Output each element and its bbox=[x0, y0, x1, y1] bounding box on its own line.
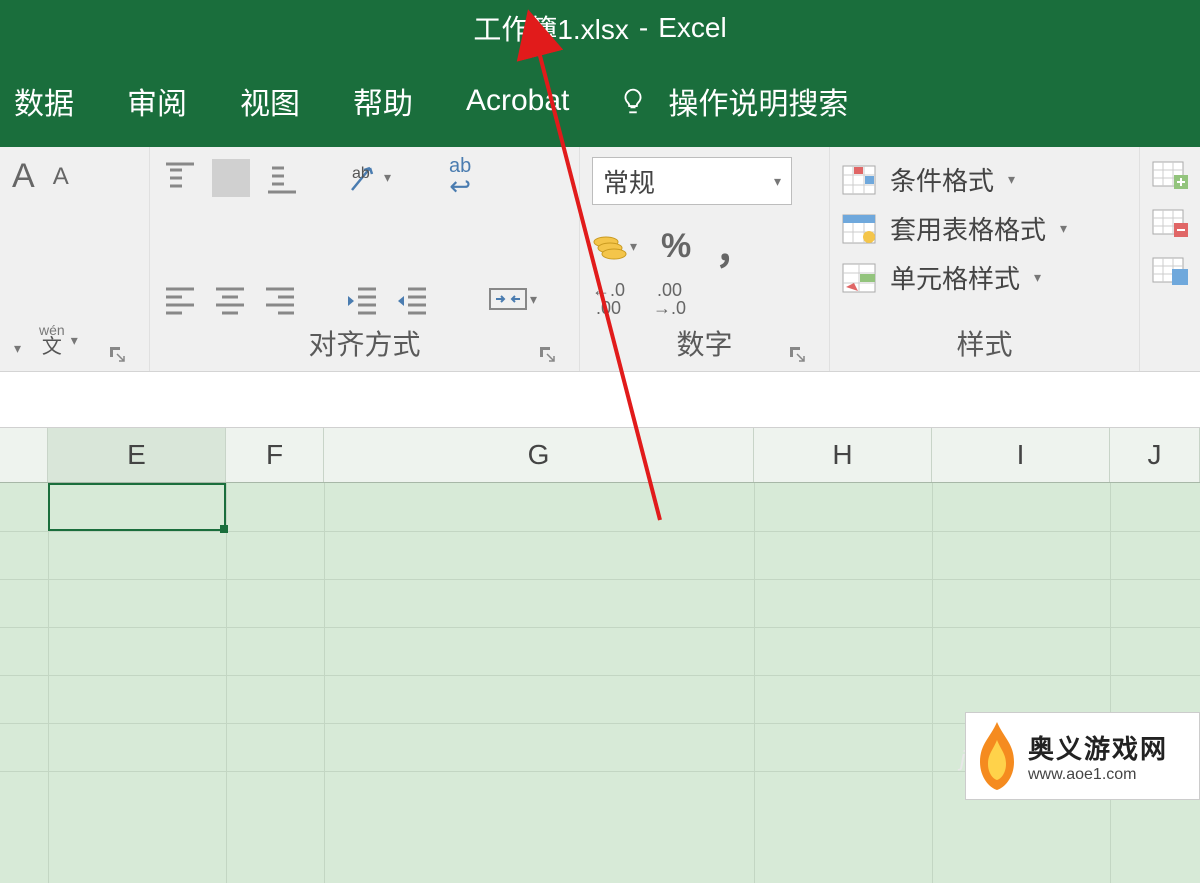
orientation-button[interactable]: ab▾ bbox=[346, 160, 391, 196]
conditional-formatting-button[interactable]: 条件格式▾ bbox=[842, 161, 1127, 198]
align-middle-button[interactable] bbox=[212, 159, 250, 197]
col-header-F[interactable]: F bbox=[226, 428, 324, 482]
group-number: 常规▾ ▾ % ， ←.0.00 .00→.0 数字 bbox=[580, 147, 830, 371]
col-header-blank[interactable] bbox=[0, 428, 48, 482]
decrease-indent-button[interactable] bbox=[344, 281, 380, 317]
col-header-H[interactable]: H bbox=[754, 428, 932, 482]
number-format-dropdown[interactable]: 常规▾ bbox=[592, 157, 792, 205]
wrap-text-button[interactable]: ab ↩ bbox=[449, 157, 471, 198]
increase-decimal-button[interactable]: ←.0.00 bbox=[592, 281, 625, 317]
conditional-format-icon bbox=[842, 165, 876, 195]
align-top-button[interactable] bbox=[162, 160, 198, 196]
align-left-button[interactable] bbox=[162, 281, 198, 317]
flame-icon bbox=[972, 720, 1022, 792]
font-size-dropdown[interactable]: ▾ bbox=[12, 340, 21, 357]
group-cells-partial bbox=[1140, 147, 1200, 371]
tab-view[interactable]: 视图 bbox=[236, 73, 304, 129]
tab-data[interactable]: 数据 bbox=[10, 73, 78, 129]
accounting-format-button[interactable]: ▾ bbox=[592, 232, 637, 260]
ribbon: A A ▾ wén文 ▾ ab▾ bbox=[0, 147, 1200, 372]
ribbon-tab-bar: 数据 审阅 视图 帮助 Acrobat 操作说明搜索 bbox=[0, 55, 1200, 147]
logo-text-url: www.aoe1.com bbox=[1028, 766, 1168, 784]
insert-cells-button[interactable] bbox=[1152, 161, 1188, 191]
group-alignment: ab▾ ab ↩ ▾ 对齐方式 bbox=[150, 147, 580, 371]
alignment-group-label: 对齐方式 bbox=[308, 323, 420, 363]
group-styles: 条件格式▾ 套用表格格式▾ 单元格样式▾ 样式 bbox=[830, 147, 1140, 371]
svg-text:ab: ab bbox=[352, 165, 370, 182]
title-separator: - bbox=[639, 12, 648, 44]
lightbulb-icon bbox=[618, 86, 648, 116]
comma-format-button[interactable]: ， bbox=[715, 217, 755, 275]
phonetic-guide-button[interactable]: wén文 ▾ bbox=[39, 323, 78, 357]
table-format-icon bbox=[842, 214, 876, 244]
alignment-launcher-icon[interactable] bbox=[537, 339, 557, 359]
styles-group-label: 样式 bbox=[956, 323, 1012, 363]
align-bottom-button[interactable] bbox=[264, 160, 300, 196]
col-header-G[interactable]: G bbox=[324, 428, 754, 482]
group-font: A A ▾ wén文 ▾ bbox=[0, 147, 150, 371]
fill-handle[interactable] bbox=[220, 525, 228, 533]
delete-cells-button[interactable] bbox=[1152, 209, 1188, 239]
number-group-label: 数字 bbox=[676, 323, 732, 363]
align-right-button[interactable] bbox=[262, 281, 298, 317]
tell-me-search[interactable]: 操作说明搜索 bbox=[618, 79, 848, 123]
decrease-decimal-button[interactable]: .00→.0 bbox=[653, 281, 686, 317]
logo-text-main: 奥义游戏网 bbox=[1028, 729, 1168, 766]
app-name: Excel bbox=[658, 12, 726, 44]
document-filename: 工作簿1.xlsx bbox=[473, 8, 629, 48]
col-header-J[interactable]: J bbox=[1110, 428, 1200, 482]
col-header-E[interactable]: E bbox=[48, 428, 226, 482]
font-launcher-icon[interactable] bbox=[107, 339, 127, 359]
merge-cells-button[interactable]: ▾ bbox=[488, 281, 537, 317]
spreadsheet-grid[interactable] bbox=[0, 483, 1200, 883]
formula-bar[interactable] bbox=[0, 372, 1200, 428]
increase-indent-button[interactable] bbox=[394, 281, 430, 317]
number-launcher-icon[interactable] bbox=[787, 339, 807, 359]
format-cells-button[interactable] bbox=[1152, 257, 1188, 287]
tab-help[interactable]: 帮助 bbox=[349, 73, 417, 129]
format-as-table-button[interactable]: 套用表格格式▾ bbox=[842, 210, 1127, 247]
align-center-button[interactable] bbox=[212, 281, 248, 317]
column-headers-row: E F G H I J bbox=[0, 428, 1200, 483]
tab-acrobat[interactable]: Acrobat bbox=[462, 78, 573, 124]
tab-review[interactable]: 审阅 bbox=[123, 73, 191, 129]
percent-format-button[interactable]: % bbox=[661, 227, 691, 266]
cell-styles-icon bbox=[842, 263, 876, 293]
selected-cell[interactable] bbox=[48, 483, 226, 531]
cell-styles-button[interactable]: 单元格样式▾ bbox=[842, 259, 1127, 296]
decrease-font-button[interactable]: A bbox=[53, 163, 69, 191]
tell-me-label: 操作说明搜索 bbox=[668, 79, 848, 123]
title-bar: 工作簿1.xlsx - Excel bbox=[0, 0, 1200, 55]
col-header-I[interactable]: I bbox=[932, 428, 1110, 482]
increase-font-button[interactable]: A bbox=[12, 157, 35, 196]
site-logo: 奥义游戏网 www.aoe1.com bbox=[965, 712, 1200, 800]
